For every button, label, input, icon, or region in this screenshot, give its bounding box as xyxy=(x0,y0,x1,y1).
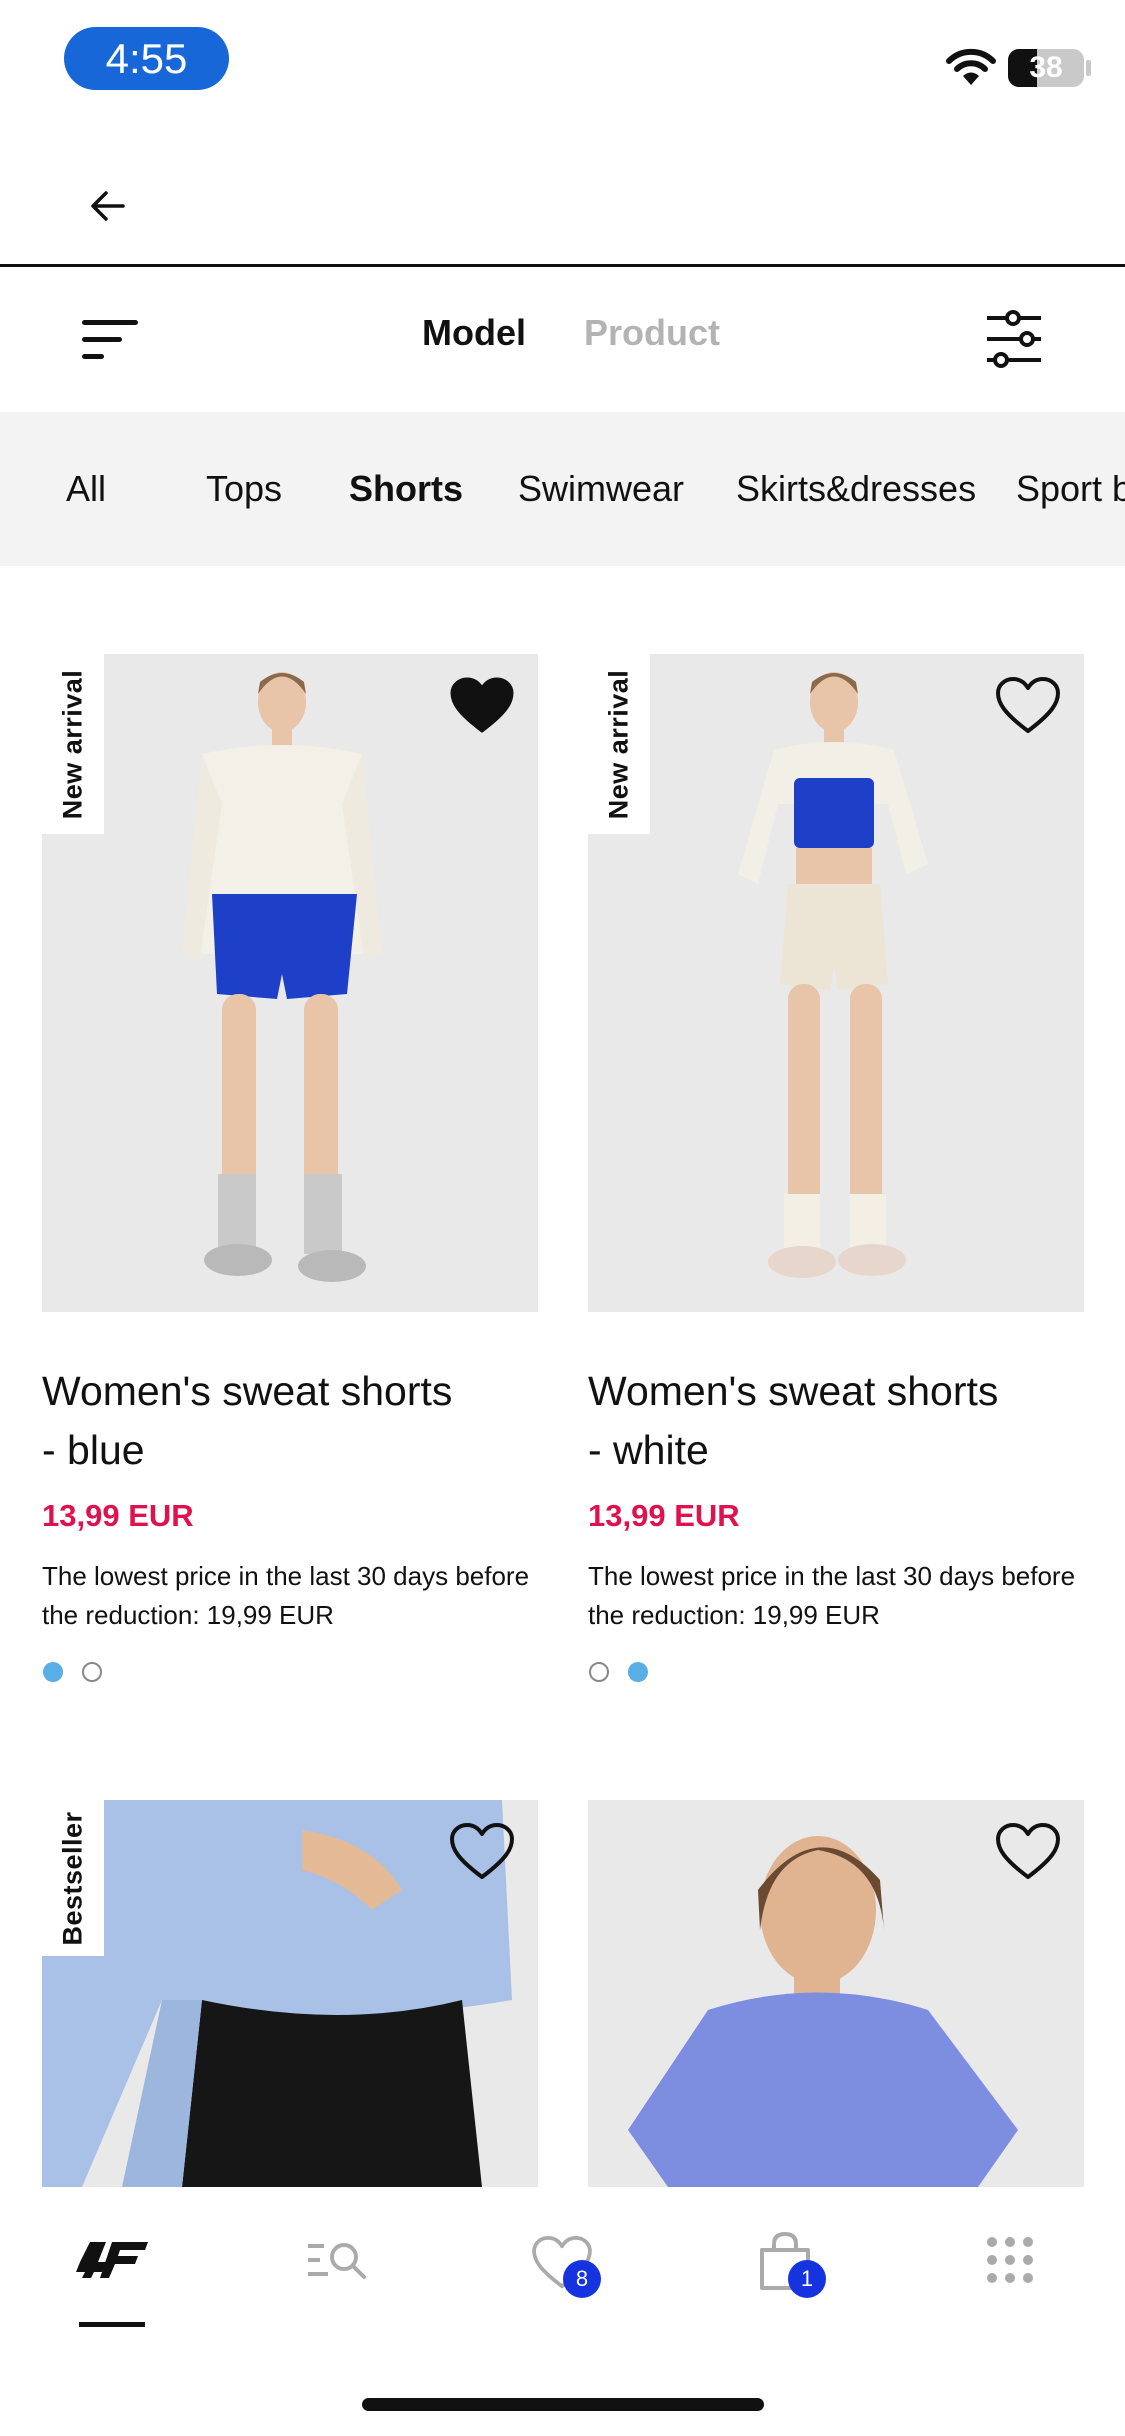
favorites-count-badge: 8 xyxy=(563,2260,601,2298)
product-image[interactable] xyxy=(588,654,1084,1312)
product-price: 13,99 EUR xyxy=(42,1498,194,1533)
product-name[interactable]: Women's sweat shorts - blue xyxy=(42,1362,542,1480)
4f-logo-icon[interactable] xyxy=(76,2240,148,2280)
home-indicator xyxy=(362,2398,764,2411)
cart-count-badge: 1 xyxy=(788,2260,826,2298)
sort-icon[interactable] xyxy=(82,318,138,362)
product-image[interactable] xyxy=(42,654,538,1312)
color-swatch-white[interactable] xyxy=(82,1662,102,1682)
category-tab-skirts-dresses[interactable]: Skirts&dresses xyxy=(736,412,976,566)
product-price: 13,99 EUR xyxy=(588,1498,740,1533)
category-tab-shorts[interactable]: Shorts xyxy=(349,412,463,566)
category-tab-sport[interactable]: Sport b xyxy=(1016,412,1125,566)
toggle-model[interactable]: Model xyxy=(422,312,526,354)
active-tab-indicator xyxy=(79,2322,145,2327)
lowest-price-note: The lowest price in the last 30 days bef… xyxy=(42,1561,530,1630)
bestseller-badge: Bestseller xyxy=(42,1800,104,1956)
model-illustration xyxy=(182,672,382,1282)
product-name[interactable]: Women's sweat shorts - white xyxy=(588,1362,1088,1480)
color-swatch-white[interactable] xyxy=(589,1662,609,1682)
category-tabs: All Tops Shorts Swimwear Skirts&dresses … xyxy=(0,412,1125,566)
heart-outline-icon[interactable] xyxy=(450,1823,514,1881)
model-illustration xyxy=(738,672,928,1278)
heart-outline-icon[interactable] xyxy=(996,1823,1060,1881)
category-tab-tops[interactable]: Tops xyxy=(206,412,282,566)
lowest-price-note: The lowest price in the last 30 days bef… xyxy=(588,1561,1076,1630)
category-tab-swimwear[interactable]: Swimwear xyxy=(518,412,684,566)
battery-cap xyxy=(1086,60,1091,76)
heart-filled-icon[interactable] xyxy=(450,677,514,735)
search-list-icon[interactable] xyxy=(306,2240,366,2282)
grid-menu-icon[interactable] xyxy=(986,2236,1034,2284)
wifi-icon xyxy=(946,48,996,85)
color-swatch-blue[interactable] xyxy=(628,1662,648,1682)
header-divider xyxy=(0,264,1125,267)
category-tab-all[interactable]: All xyxy=(66,412,106,566)
new-arrival-badge: New arrival xyxy=(42,654,104,834)
filter-sliders-icon[interactable] xyxy=(985,310,1043,368)
status-time: 4:55 xyxy=(64,27,229,90)
battery-level: 38 xyxy=(1029,51,1063,84)
back-arrow-icon[interactable] xyxy=(90,190,126,222)
color-swatch-blue[interactable] xyxy=(43,1662,63,1682)
battery-indicator: 38 xyxy=(1008,49,1084,87)
new-arrival-badge: New arrival xyxy=(588,654,650,834)
heart-outline-icon[interactable] xyxy=(996,677,1060,735)
toggle-product[interactable]: Product xyxy=(584,312,720,354)
